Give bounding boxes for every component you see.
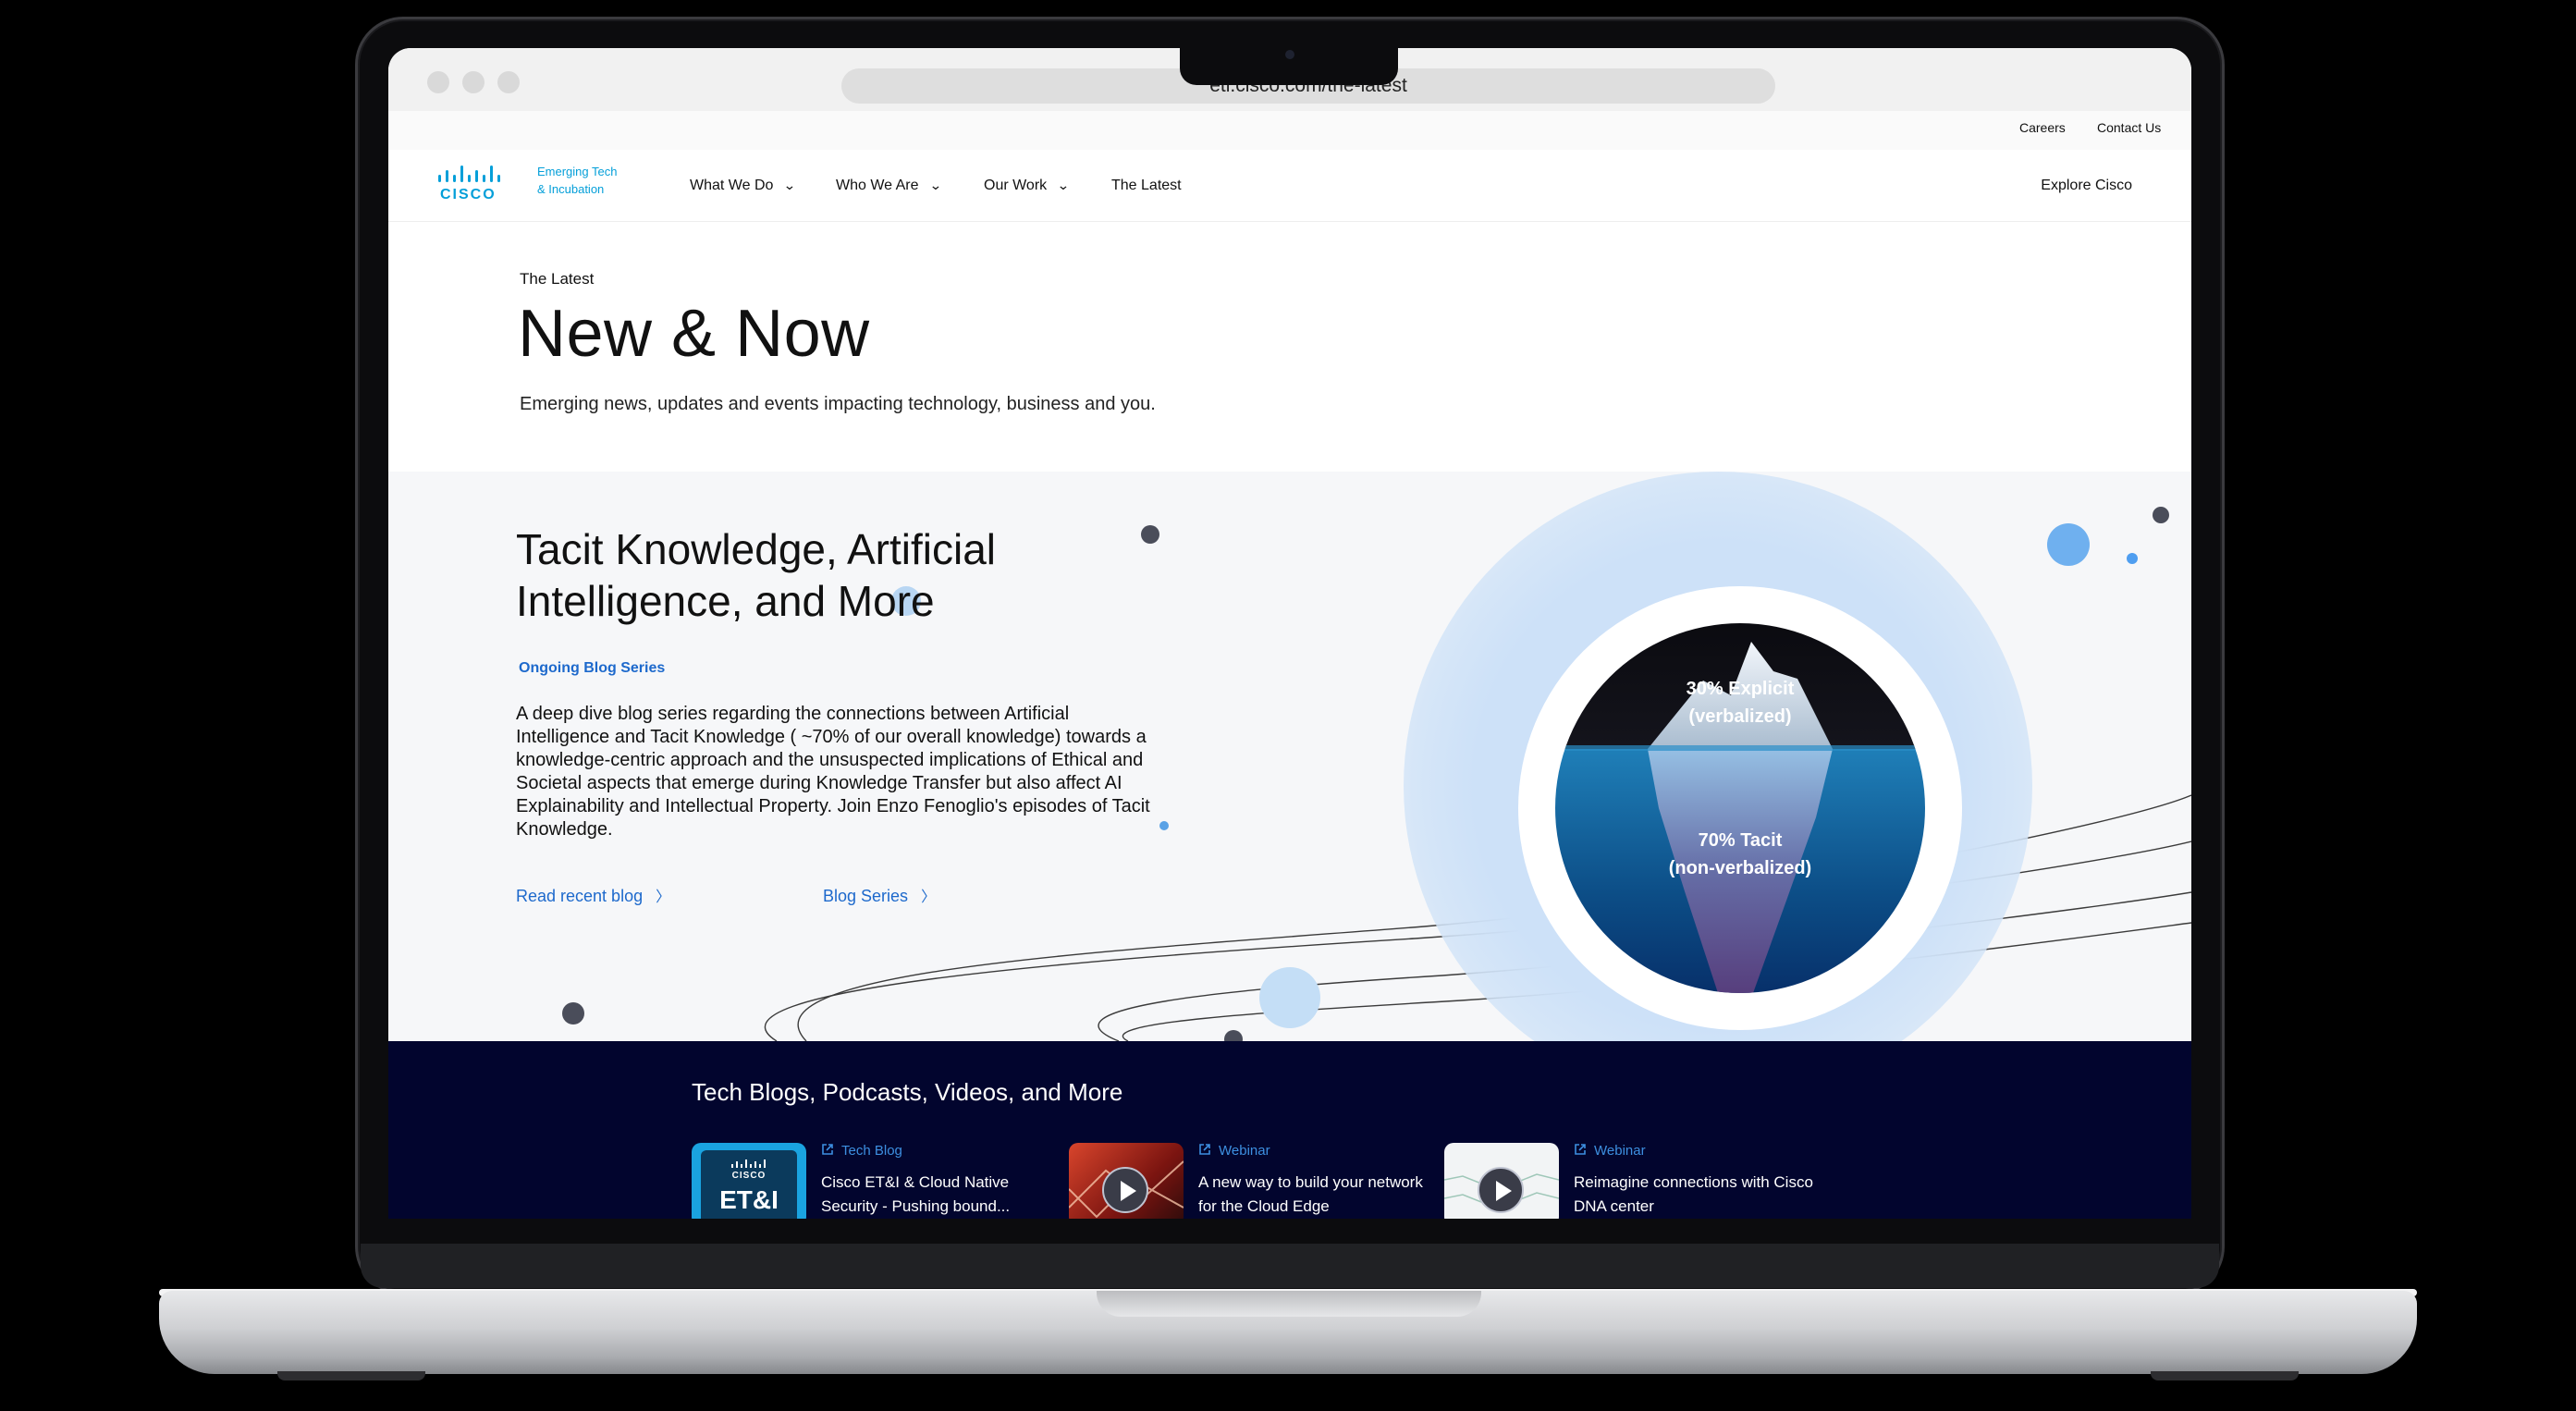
laptop-foot <box>2151 1371 2299 1380</box>
nav-item-what-we-do[interactable]: What We Do ⌄ <box>690 178 797 194</box>
window-minimize-button[interactable] <box>462 71 485 93</box>
feature-badge: Ongoing Blog Series <box>519 660 666 676</box>
thumb-title: ET&I <box>719 1185 779 1214</box>
nav-item-who-we-are[interactable]: Who We Are ⌄ <box>836 178 942 194</box>
link-label: Read recent blog <box>516 887 644 905</box>
card-tag[interactable]: Tech Blog <box>821 1143 902 1159</box>
utility-nav: Careers Contact Us <box>388 111 2191 150</box>
nav-item-label: The Latest <box>1111 178 1182 193</box>
external-link-icon <box>822 1144 833 1155</box>
resources-section: Tech Blogs, Podcasts, Videos, and More C… <box>388 1041 2191 1219</box>
explore-cisco-link[interactable]: Explore Cisco <box>2041 178 2132 194</box>
label-line: (verbalized) <box>1688 706 1792 727</box>
nav-item-the-latest[interactable]: The Latest <box>1111 178 1182 194</box>
feature-title: Tacit Knowledge, Artificial Intelligence… <box>516 525 997 625</box>
nav-item-label: Who We Are <box>836 178 919 193</box>
tagline-line: & Incubation <box>537 182 605 196</box>
site-tagline: Emerging Tech & Incubation <box>537 163 648 198</box>
resource-card[interactable]: CISCO ET&I Tech Blog Cisco ET&I & Cloud … <box>692 1143 1061 1219</box>
label-line: 30% Explicit <box>1686 679 1795 699</box>
page-title: New & Now <box>518 297 870 371</box>
chevron-right-icon: 〉 <box>921 890 937 905</box>
resource-card[interactable]: Webinar Reimagine connections with Cisco… <box>1444 1143 1814 1219</box>
card-tag[interactable]: Webinar <box>1198 1143 1270 1159</box>
browser-window: eti.cisco.com/the-latest Careers Contact… <box>388 48 2191 1219</box>
laptop-foot <box>277 1371 425 1380</box>
tagline-line: Emerging Tech <box>537 165 618 178</box>
card-thumbnail <box>1444 1143 1559 1219</box>
iceberg-tacit-label: 70% Tacit (non-verbalized) <box>1555 827 1925 882</box>
external-link-icon <box>1575 1144 1586 1155</box>
main-nav: CISCO Emerging Tech & Incubation What We… <box>388 150 2191 222</box>
chevron-right-icon: 〉 <box>656 890 671 905</box>
camera-icon <box>1285 50 1294 59</box>
external-link-icon <box>1199 1144 1210 1155</box>
decorative-dot <box>2153 507 2169 523</box>
cisco-logo[interactable]: CISCO <box>435 163 509 207</box>
chevron-down-icon: ⌄ <box>783 178 797 192</box>
card-title[interactable]: Reimagine connections with Cisco DNA cen… <box>1574 1171 1814 1219</box>
feature-body: A deep dive blog series regarding the co… <box>516 704 1150 840</box>
cisco-wordmark: CISCO <box>440 187 497 202</box>
card-title[interactable]: Cisco ET&I & Cloud Native Security - Pus… <box>821 1171 1061 1219</box>
read-recent-blog-link[interactable]: Read recent blog 〉 <box>516 884 670 906</box>
nav-item-label: Our Work <box>984 178 1048 193</box>
decorative-dot <box>1259 967 1320 1028</box>
thumb-panel: CISCO ET&I <box>701 1150 797 1219</box>
iceberg-explicit-label: 30% Explicit (verbalized) <box>1555 675 1925 730</box>
decorative-dot <box>2047 523 2090 566</box>
card-title[interactable]: A new way to build your network for the … <box>1198 1171 1439 1219</box>
window-close-button[interactable] <box>427 71 449 93</box>
chevron-down-icon: ⌄ <box>928 178 942 192</box>
chevron-down-icon: ⌄ <box>1056 178 1071 192</box>
label-line: 70% Tacit <box>1698 830 1783 851</box>
link-label: Blog Series <box>823 887 909 905</box>
careers-link[interactable]: Careers <box>2019 120 2066 135</box>
resource-card[interactable]: Webinar A new way to build your network … <box>1069 1143 1439 1219</box>
cisco-bars-icon <box>438 166 500 182</box>
decorative-dot <box>562 1002 584 1025</box>
blog-series-link[interactable]: Blog Series 〉 <box>823 884 936 906</box>
iceberg-image: 30% Explicit (verbalized) 70% Tacit (non… <box>1555 623 1925 993</box>
card-tag-label: Webinar <box>1219 1143 1270 1159</box>
contact-us-link[interactable]: Contact Us <box>2097 120 2161 135</box>
page-subtitle: Emerging news, updates and events impact… <box>520 394 1156 414</box>
page-eyebrow: The Latest <box>520 270 595 288</box>
play-video-icon[interactable] <box>1478 1167 1524 1213</box>
cisco-bars-icon <box>731 1159 766 1168</box>
play-video-icon[interactable] <box>1102 1167 1148 1213</box>
decorative-dot <box>2127 553 2138 564</box>
section-title: Tech Blogs, Podcasts, Videos, and More <box>692 1078 1123 1106</box>
card-thumbnail: CISCO ET&I <box>692 1143 806 1219</box>
card-thumbnail <box>1069 1143 1184 1219</box>
thumb-brand: CISCO <box>731 1171 767 1181</box>
laptop-thumb-notch <box>1097 1291 1481 1317</box>
window-maximize-button[interactable] <box>497 71 520 93</box>
featured-article: 30% Explicit (verbalized) 70% Tacit (non… <box>388 472 2191 1041</box>
card-tag-label: Webinar <box>1594 1143 1646 1159</box>
laptop-chin <box>361 1244 2219 1288</box>
card-tag[interactable]: Webinar <box>1574 1143 1646 1159</box>
card-tag-label: Tech Blog <box>841 1143 902 1159</box>
nav-item-label: What We Do <box>690 178 774 193</box>
nav-item-our-work[interactable]: Our Work ⌄ <box>984 178 1071 194</box>
label-line: (non-verbalized) <box>1668 858 1812 878</box>
